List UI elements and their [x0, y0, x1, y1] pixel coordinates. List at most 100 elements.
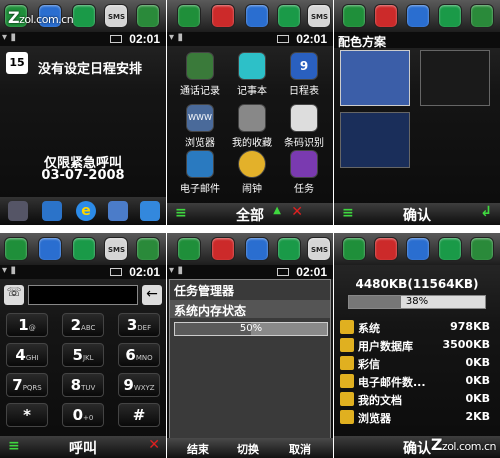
phone-icon[interactable] [342, 4, 366, 28]
top-icon-bar [334, 233, 500, 265]
memory-row-email[interactable]: 电子邮件数... 0KB [338, 373, 496, 389]
task-manager-dialog: 任务管理器 系统内存状态 50% [169, 279, 331, 451]
back-icon[interactable]: ↲ [480, 204, 492, 220]
switch-task-button[interactable]: 切换 [225, 441, 271, 457]
phone-dock-icon[interactable] [8, 201, 28, 221]
scheme-thumb-2[interactable] [420, 50, 490, 106]
folder-icon [340, 356, 354, 370]
settings-icon[interactable] [136, 4, 160, 28]
sms-icon[interactable]: SMS [307, 237, 331, 261]
ie-browser-icon[interactable]: e [76, 201, 96, 221]
app-favorites[interactable]: 我的收藏 [227, 104, 277, 149]
people-icon[interactable] [406, 4, 430, 28]
key-2[interactable]: 2ABC [62, 313, 104, 337]
memory-row-docs[interactable]: 我的文档 0KB [338, 391, 496, 407]
app-tasks[interactable]: 任务 [279, 150, 329, 195]
key-5[interactable]: 5JKL [62, 343, 104, 367]
transfer-icon[interactable] [277, 237, 301, 261]
number-input[interactable] [28, 285, 138, 305]
sms-icon[interactable]: SMS [307, 4, 331, 28]
row-name: 我的文档 [358, 394, 402, 407]
key-4[interactable]: 4GHI [6, 343, 48, 367]
transfer-icon[interactable] [277, 4, 301, 28]
status-time: 02:01 [296, 265, 327, 279]
home-screen-panel: SMS Zzol.com.cn ▾ ▮ 02:01 15 没有设定日程安排 仅限… [0, 0, 166, 225]
transfer-icon[interactable] [72, 237, 96, 261]
app-call-log[interactable]: 通话记录 [175, 52, 225, 97]
key-9[interactable]: 9WXYZ [118, 373, 160, 397]
app-email[interactable]: 电子邮件 [175, 150, 225, 195]
app-browser[interactable]: WWW 浏览器 [175, 104, 225, 149]
up-arrow-icon[interactable]: ▲ [273, 205, 281, 216]
settings-icon[interactable] [136, 237, 160, 261]
cancel-button[interactable]: 取消 [277, 441, 323, 457]
soft-key-all[interactable]: 全部 [167, 205, 333, 225]
key-0[interactable]: 0+0 [62, 403, 104, 427]
app-alarm[interactable]: 闹钟 [227, 150, 277, 195]
people-icon[interactable] [245, 237, 269, 261]
contacts-icon[interactable] [374, 237, 398, 261]
sms-icon[interactable]: SMS [104, 4, 128, 28]
status-time: 02:01 [129, 32, 160, 46]
key-6[interactable]: 6MNO [118, 343, 160, 367]
memory-row-browser[interactable]: 浏览器 2KB [338, 409, 496, 425]
transfer-icon[interactable] [72, 4, 96, 28]
close-icon[interactable]: ✕ [291, 204, 303, 220]
contacts-icon[interactable] [211, 4, 235, 28]
status-bar: ▾ ▮ 02:01 [0, 32, 166, 46]
contacts-button[interactable]: ☏ [4, 285, 24, 305]
sms-icon[interactable]: SMS [104, 237, 128, 261]
close-icon[interactable]: ✕ [148, 437, 160, 453]
key-8[interactable]: 8TUV [62, 373, 104, 397]
phone-icon[interactable] [177, 4, 201, 28]
people-icon[interactable] [245, 4, 269, 28]
transfer-icon[interactable] [438, 4, 462, 28]
watermark-prefix: Z [8, 8, 20, 27]
transfer-icon[interactable] [438, 237, 462, 261]
key-digit: 5 [72, 346, 83, 364]
soft-key-call[interactable]: 呼叫 [0, 438, 166, 458]
soft-key-confirm[interactable]: 确认 [334, 205, 500, 225]
memory-usage-label: 38% [405, 296, 429, 307]
favorites-icon [238, 104, 266, 132]
tools-icon[interactable] [42, 201, 62, 221]
app-notepad[interactable]: 记事本 [227, 52, 277, 97]
status-bar: ▾ ▮ 02:01 [0, 265, 166, 279]
app-calendar[interactable]: 9 日程表 [279, 52, 329, 97]
people-icon[interactable] [406, 237, 430, 261]
phone-icon[interactable] [4, 237, 28, 261]
key-3[interactable]: 3DEF [118, 313, 160, 337]
settings-icon[interactable] [470, 4, 494, 28]
media-icon[interactable] [108, 201, 128, 221]
contacts-icon[interactable] [211, 237, 235, 261]
status-time: 02:01 [129, 265, 160, 279]
memory-row-userdb[interactable]: 用户数据库 3500KB [338, 337, 496, 353]
key-hash[interactable]: # [118, 403, 160, 427]
phone-icon[interactable] [342, 237, 366, 261]
call-log-icon [186, 52, 214, 80]
key-7[interactable]: 7PQRS [6, 373, 48, 397]
end-task-button[interactable]: 结束 [175, 441, 221, 457]
key-1[interactable]: 1@ [6, 313, 48, 337]
scheme-thumb-1[interactable] [340, 50, 410, 106]
memory-progress-label: 50% [239, 323, 263, 334]
app-barcode[interactable]: 条码识别 [279, 104, 329, 149]
calendar-badge-icon[interactable]: 15 [6, 52, 28, 74]
contacts-icon[interactable] [374, 4, 398, 28]
status-bar: 配色方案 [334, 32, 500, 49]
key-letters: WXYZ [133, 384, 155, 392]
people-icon[interactable] [38, 237, 62, 261]
row-size: 3500KB [442, 338, 490, 351]
status-time: 02:01 [296, 32, 327, 46]
settings-icon[interactable] [470, 237, 494, 261]
memory-detail-panel: 4480KB(11564KB) 38% 系统 978KB 用户数据库 3500KB … [334, 233, 500, 458]
backspace-button[interactable]: ← [142, 285, 162, 305]
phone-icon[interactable] [177, 237, 201, 261]
memory-row-mms[interactable]: 彩信 0KB [338, 355, 496, 371]
memory-row-system[interactable]: 系统 978KB [338, 319, 496, 335]
no-schedule-text[interactable]: 没有设定日程安排 [38, 58, 142, 77]
app-label: 浏览器 [185, 138, 215, 149]
files-icon[interactable] [140, 201, 160, 221]
key-star[interactable]: * [6, 403, 48, 427]
scheme-thumb-3[interactable] [340, 112, 410, 168]
